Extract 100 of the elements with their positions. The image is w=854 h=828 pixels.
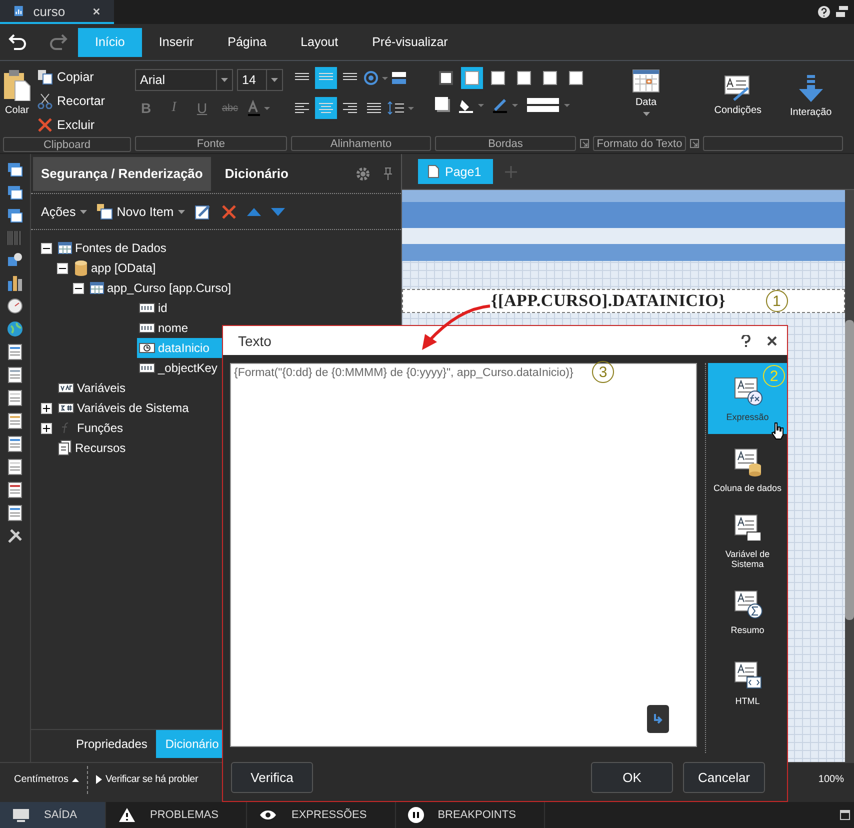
caret-up-icon: [72, 778, 80, 782]
pause-icon: [408, 807, 424, 823]
insert-type-item[interactable]: HTML: [708, 647, 787, 718]
tree-item[interactable]: Variáveis de Sistema: [56, 398, 191, 418]
tree-item[interactable]: app_Curso [app.Curso]: [88, 278, 234, 298]
insert-type-item[interactable]: Resumo: [708, 576, 787, 647]
shadow-icon: [435, 97, 451, 113]
tree-item[interactable]: nome: [137, 318, 190, 338]
text-component[interactable]: {[APP.CURSO].DATAINICIO} 1: [402, 289, 845, 313]
text-brush-icon: [724, 75, 752, 101]
copy-icon: [37, 69, 53, 85]
tree-item[interactable]: Fontes de Dados: [56, 238, 168, 258]
delete-button[interactable]: Excluir: [37, 113, 105, 137]
panel-tab[interactable]: Propriedades: [67, 730, 156, 758]
document-icon: [732, 376, 762, 406]
group-label: Fonte: [135, 136, 287, 151]
align-icon: [342, 102, 358, 114]
insert-type-item[interactable]: Variável de Sistema: [708, 505, 787, 576]
tree-item[interactable]: Recursos: [56, 438, 128, 458]
tree-item[interactable]: Variáveis: [56, 378, 128, 398]
database-icon: [74, 260, 88, 276]
insert-type-item[interactable]: Coluna de dados: [708, 434, 787, 505]
document-icon: [8, 390, 22, 406]
caret-down-icon: [80, 210, 87, 214]
ok-button[interactable]: OK: [591, 762, 673, 792]
font-size-select[interactable]: 14: [237, 69, 283, 91]
word-wrap-button[interactable]: [647, 705, 669, 733]
actions-menu[interactable]: Ações: [41, 200, 87, 224]
documents-icon: [58, 440, 72, 456]
shapes-icon: [7, 252, 23, 268]
dialog-launcher-icon[interactable]: [580, 139, 589, 148]
tree-item[interactable]: Funções: [56, 418, 126, 438]
collapse-toggle[interactable]: [57, 262, 68, 274]
ribbon-tab[interactable]: Layout: [284, 28, 356, 56]
text-field-icon: [139, 323, 155, 333]
down-arrow-icon: [798, 75, 824, 103]
calendar-icon: [632, 69, 660, 93]
text-field-icon: [139, 363, 155, 373]
group-label: Clipboard: [3, 137, 131, 152]
cancel-button[interactable]: Cancelar: [683, 762, 765, 792]
undo-icon: [8, 33, 28, 51]
line-style-icon: [527, 97, 571, 113]
expand-toggle[interactable]: [41, 422, 52, 434]
report-icon: [14, 4, 24, 18]
tree-item[interactable]: _objectKey: [137, 358, 220, 378]
document-icon: [8, 505, 22, 521]
document-icon: [732, 512, 762, 542]
copy-button[interactable]: Copiar: [37, 65, 105, 89]
collapse-toggle[interactable]: [41, 242, 52, 254]
window-stack-icon: [7, 185, 23, 201]
tree-item[interactable]: app [OData]: [72, 258, 158, 278]
output-tab[interactable]: SAÍDA: [0, 802, 106, 828]
caret-down-icon: [642, 112, 650, 116]
table-icon: [90, 282, 104, 294]
eye-icon: [259, 809, 278, 821]
restore-icon: [836, 6, 848, 18]
rotate-icon: [363, 70, 389, 86]
play-icon: [96, 775, 102, 784]
variable-icon: [58, 383, 74, 393]
delete-icon: [37, 117, 53, 133]
caret-down-icon: [271, 78, 278, 82]
pen-icon: [493, 97, 519, 113]
system-variable-icon: [58, 403, 74, 413]
dialog-launcher-icon[interactable]: [690, 139, 699, 148]
bar-chart-icon: [7, 275, 23, 291]
document-icon: [8, 413, 22, 429]
font-family-select[interactable]: Arial: [135, 69, 233, 91]
group-label: Bordas: [435, 136, 576, 151]
monitor-icon: [12, 808, 30, 822]
move-up-icon: [246, 208, 261, 216]
align-icon: [366, 102, 382, 114]
align-icon: [294, 102, 310, 114]
check-issues-button[interactable]: Verificar se há probler: [96, 768, 198, 792]
ribbon-tab[interactable]: Inserir: [142, 28, 211, 56]
new-item-menu[interactable]: Novo Item: [96, 200, 185, 224]
move-down-icon: [270, 208, 285, 216]
edit-icon: [194, 204, 211, 220]
gauge-icon: [7, 298, 23, 314]
scissors-icon: [37, 93, 53, 109]
caret-down-icon: [221, 78, 228, 82]
units-menu[interactable]: Centímetros: [14, 768, 80, 792]
tree-item[interactable]: id: [137, 298, 170, 318]
group-label: Alinhamento: [291, 136, 431, 151]
conditions-button[interactable]: Condições: [714, 71, 762, 116]
cut-button[interactable]: Recortar: [37, 89, 105, 113]
ribbon-tab[interactable]: Pré-visualizar: [355, 28, 465, 56]
collapse-toggle[interactable]: [73, 282, 84, 294]
add-icon: [505, 166, 518, 178]
expand-toggle[interactable]: [41, 402, 52, 414]
scrollbar-thumb[interactable]: [845, 320, 854, 620]
verify-button[interactable]: Verifica: [231, 762, 313, 792]
ribbon-tab[interactable]: Página: [210, 28, 284, 56]
font-color-icon: [247, 100, 271, 116]
paste-button[interactable]: Colar: [3, 65, 31, 116]
date-format-button[interactable]: Data: [632, 65, 660, 116]
panel-tab[interactable]: Segurança / Renderização: [33, 156, 211, 190]
interaction-button[interactable]: Interação: [790, 71, 832, 118]
document-icon: [732, 588, 762, 618]
panel-tab[interactable]: Dicionário: [216, 156, 296, 190]
document-tab[interactable]: curso: [0, 0, 114, 24]
